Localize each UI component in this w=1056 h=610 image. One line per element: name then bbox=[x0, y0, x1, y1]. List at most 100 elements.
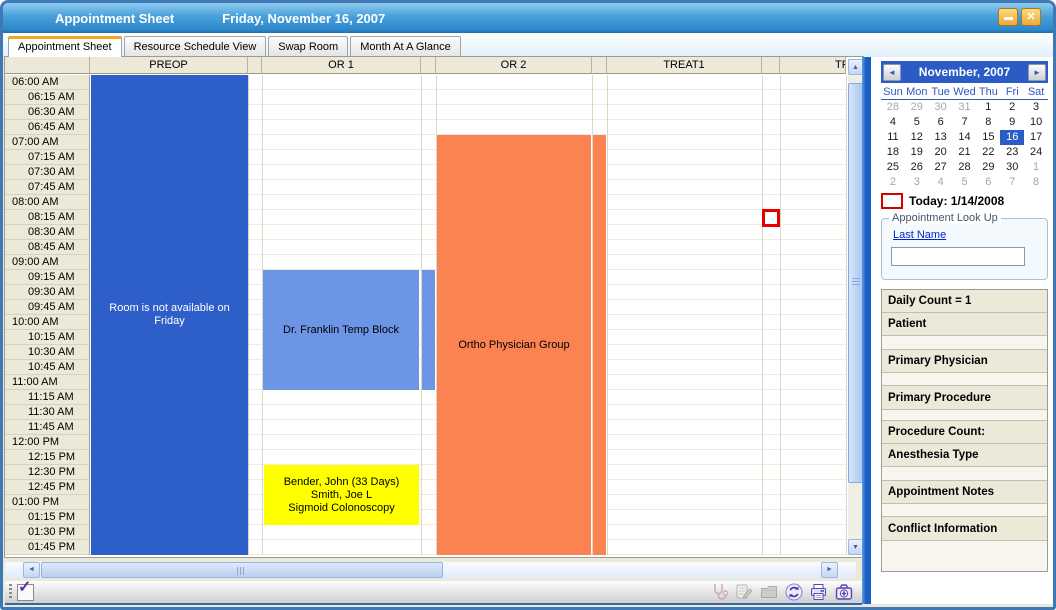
edit-notes-icon[interactable] bbox=[733, 582, 754, 603]
calendar-day[interactable]: 4 bbox=[929, 175, 953, 190]
calendar-day[interactable]: 27 bbox=[929, 160, 953, 175]
calendar-day[interactable]: 11 bbox=[881, 130, 905, 145]
calendar-day[interactable]: 18 bbox=[881, 145, 905, 160]
calendar-day[interactable]: 6 bbox=[929, 115, 953, 130]
calendar-day[interactable]: 29 bbox=[976, 160, 1000, 175]
time-slot-label: 09:15 AM bbox=[5, 270, 90, 285]
time-slot-label: 07:45 AM bbox=[5, 180, 90, 195]
column-header-tr: TR bbox=[780, 57, 846, 74]
calendar-day[interactable]: 26 bbox=[905, 160, 929, 175]
print-icon[interactable] bbox=[808, 582, 829, 603]
info-row-empty bbox=[882, 336, 1047, 350]
tab-swap-room[interactable]: Swap Room bbox=[268, 36, 348, 57]
calendar-day[interactable]: 12 bbox=[905, 130, 929, 145]
calendar-day[interactable]: 22 bbox=[976, 145, 1000, 160]
calendar-day[interactable]: 15 bbox=[976, 130, 1000, 145]
horizontal-scrollbar: ◄ ► bbox=[5, 562, 856, 578]
preop-unavailable-block[interactable]: Room is not available on Friday bbox=[91, 75, 248, 555]
appointment-block-bender[interactable]: Bender, John (33 Days)Smith, Joe LSigmoi… bbox=[264, 465, 419, 525]
calendar-day[interactable]: 8 bbox=[1024, 175, 1048, 190]
calendar-day[interactable]: 16 bbox=[1000, 130, 1024, 145]
grid-column-line bbox=[607, 75, 608, 555]
calendar-day[interactable]: 23 bbox=[1000, 145, 1024, 160]
calendar-day[interactable]: 31 bbox=[953, 100, 977, 115]
folder-icon[interactable] bbox=[758, 582, 779, 603]
calendar-day[interactable]: 28 bbox=[881, 100, 905, 115]
day-name: Mon bbox=[905, 85, 929, 99]
info-row-anesthesia-type: Anesthesia Type bbox=[882, 444, 1047, 467]
or2-ortho-block-overflow[interactable] bbox=[593, 135, 606, 555]
or2-ortho-block[interactable]: Ortho Physician Group bbox=[437, 135, 591, 555]
calendar-day[interactable]: 19 bbox=[905, 145, 929, 160]
calendar-day[interactable]: 3 bbox=[905, 175, 929, 190]
info-row-empty bbox=[882, 541, 1047, 571]
calendar-day[interactable]: 8 bbox=[976, 115, 1000, 130]
tab-resource-schedule-view[interactable]: Resource Schedule View bbox=[124, 36, 267, 57]
time-slot-label: 01:45 PM bbox=[5, 540, 90, 555]
calendar-prev-button[interactable]: ◄ bbox=[883, 64, 901, 81]
calendar-day[interactable]: 14 bbox=[953, 130, 977, 145]
calendar-day[interactable]: 30 bbox=[929, 100, 953, 115]
or1-temp-block[interactable]: Dr. Franklin Temp Block bbox=[263, 270, 419, 390]
calendar-day[interactable]: 13 bbox=[929, 130, 953, 145]
calendar-day[interactable]: 7 bbox=[953, 115, 977, 130]
tab-month-at-a-glance[interactable]: Month At A Glance bbox=[350, 36, 461, 57]
toolbar-checkbox[interactable]: ✓ bbox=[17, 584, 34, 601]
vertical-scroll-thumb[interactable] bbox=[848, 83, 863, 483]
close-button[interactable]: ✕ bbox=[1021, 8, 1041, 26]
calendar-next-button[interactable]: ► bbox=[1028, 64, 1046, 81]
time-slot-label: 01:30 PM bbox=[5, 525, 90, 540]
column-header-treat1: TREAT1 bbox=[607, 57, 762, 74]
calendar-week: 2526272829301 bbox=[881, 160, 1048, 175]
pane-divider bbox=[862, 57, 871, 604]
calendar-day[interactable]: 29 bbox=[905, 100, 929, 115]
calendar-day[interactable]: 9 bbox=[1000, 115, 1024, 130]
horizontal-scroll-thumb[interactable] bbox=[41, 562, 443, 578]
calendar-day[interactable]: 1 bbox=[1024, 160, 1048, 175]
calendar-day[interactable]: 2 bbox=[1000, 100, 1024, 115]
column-header-spacer bbox=[592, 57, 607, 74]
calendar-day[interactable]: 1 bbox=[976, 100, 1000, 115]
time-slot-label: 08:15 AM bbox=[5, 210, 90, 225]
tab-strip: Appointment Sheet Resource Schedule View… bbox=[3, 33, 1053, 57]
column-header-spacer bbox=[421, 57, 436, 74]
calendar-day[interactable]: 28 bbox=[953, 160, 977, 175]
scroll-up-button[interactable]: ▲ bbox=[848, 59, 863, 75]
scroll-left-button[interactable]: ◄ bbox=[23, 562, 40, 578]
calendar-day[interactable]: 25 bbox=[881, 160, 905, 175]
calendar-day[interactable]: 5 bbox=[953, 175, 977, 190]
calendar-day[interactable]: 21 bbox=[953, 145, 977, 160]
calendar-day[interactable]: 3 bbox=[1024, 100, 1048, 115]
time-slot-label: 06:00 AM bbox=[5, 75, 90, 90]
calendar-day[interactable]: 6 bbox=[976, 175, 1000, 190]
calendar-day[interactable]: 20 bbox=[929, 145, 953, 160]
checkmark-icon: ✓ bbox=[18, 577, 31, 597]
time-slot-label: 12:00 PM bbox=[5, 435, 90, 450]
scroll-right-button[interactable]: ► bbox=[821, 562, 838, 578]
calendar-day[interactable]: 5 bbox=[905, 115, 929, 130]
calendar-week: 2345678 bbox=[881, 175, 1048, 190]
calendar-day[interactable]: 4 bbox=[881, 115, 905, 130]
calendar-day[interactable]: 24 bbox=[1024, 145, 1048, 160]
grid-column-line bbox=[780, 75, 781, 555]
refresh-icon[interactable] bbox=[783, 582, 804, 603]
calendar-day[interactable]: 7 bbox=[1000, 175, 1024, 190]
first-aid-kit-icon[interactable] bbox=[833, 582, 854, 603]
time-slot-label: 09:30 AM bbox=[5, 285, 90, 300]
calendar-day[interactable]: 2 bbox=[881, 175, 905, 190]
minimize-button[interactable] bbox=[998, 8, 1018, 26]
tab-appointment-sheet[interactable]: Appointment Sheet bbox=[8, 36, 122, 57]
calendar-day[interactable]: 10 bbox=[1024, 115, 1048, 130]
column-header-or-1: OR 1 bbox=[262, 57, 421, 74]
calendar-day[interactable]: 17 bbox=[1024, 130, 1048, 145]
chevron-left-icon: ◄ bbox=[888, 68, 896, 77]
last-name-link[interactable]: Last Name bbox=[893, 229, 946, 241]
time-slot-label: 08:00 AM bbox=[5, 195, 90, 210]
info-row-conflict-information: Conflict Information bbox=[882, 517, 1047, 541]
calendar-day[interactable]: 30 bbox=[1000, 160, 1024, 175]
scroll-down-button[interactable]: ▼ bbox=[848, 539, 863, 555]
or1-temp-block-overflow[interactable] bbox=[422, 270, 435, 390]
column-header-or-2: OR 2 bbox=[436, 57, 592, 74]
last-name-input[interactable] bbox=[891, 247, 1025, 266]
stethoscope-icon[interactable] bbox=[708, 582, 729, 603]
